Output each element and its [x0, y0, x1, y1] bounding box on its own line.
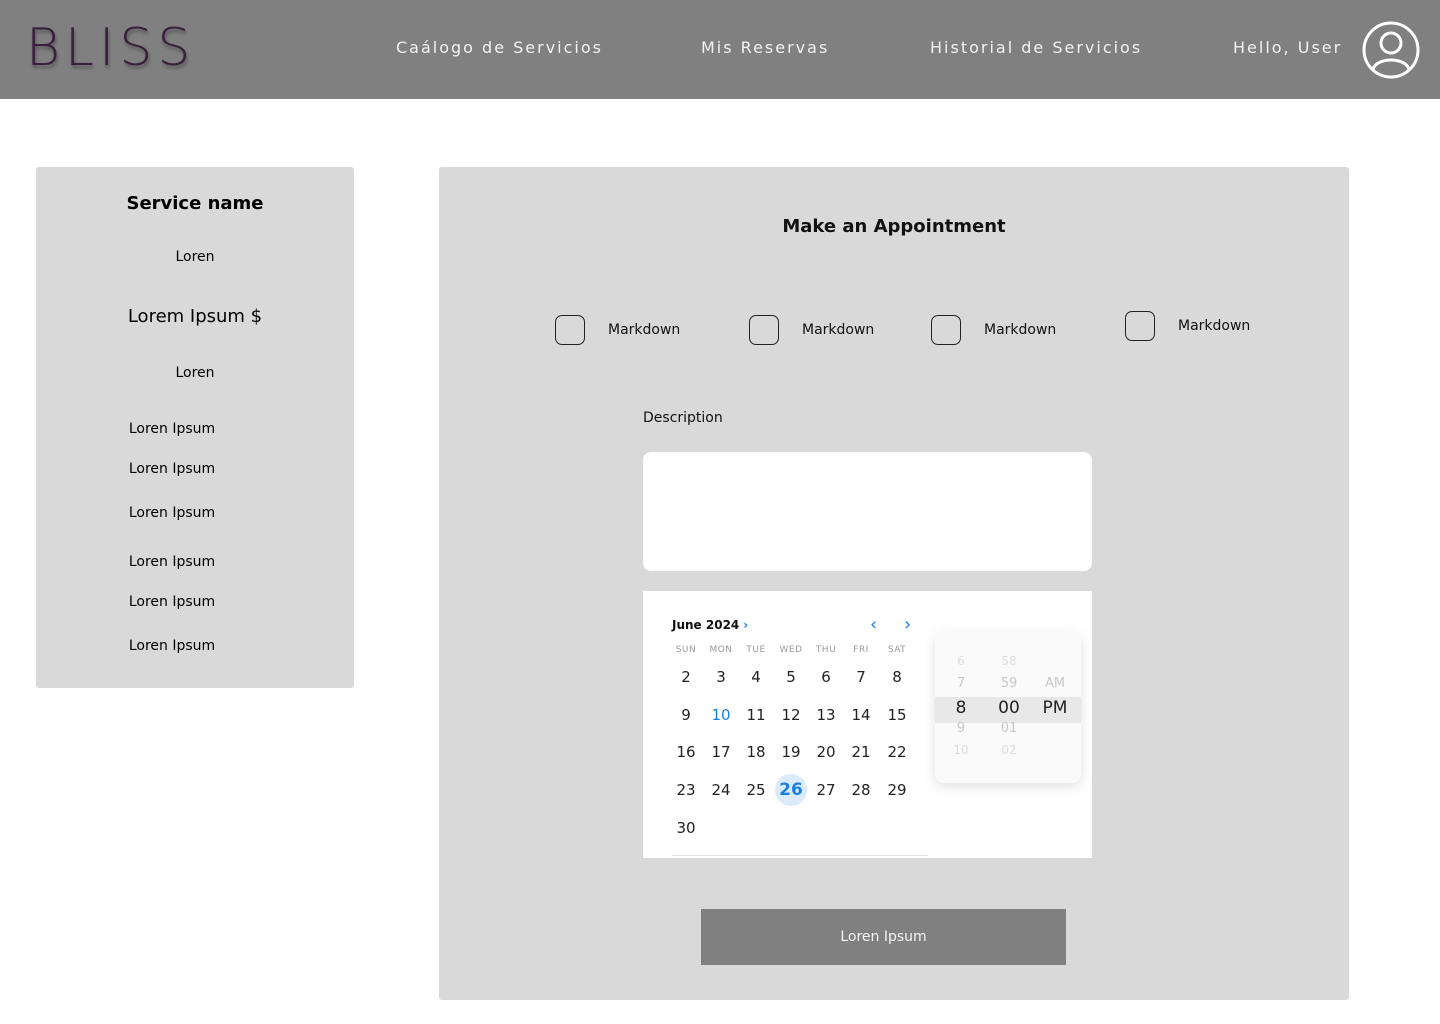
period-option[interactable]: PM: [1035, 698, 1075, 718]
weekday-label: SAT: [887, 645, 907, 655]
option-label: Markdown: [802, 322, 875, 338]
option-checkbox[interactable]: [555, 315, 585, 345]
weekday-label: FRI: [853, 645, 869, 655]
calendar-day[interactable]: 15: [881, 699, 913, 731]
chevron-right-icon: ›: [743, 618, 749, 632]
calendar-day[interactable]: 4: [740, 661, 772, 693]
option-label: Markdown: [984, 322, 1057, 338]
calendar-day[interactable]: 14: [845, 699, 877, 731]
weekday-label: WED: [779, 645, 803, 655]
calendar-day[interactable]: 5: [775, 661, 807, 693]
calendar-day-selected[interactable]: 26: [775, 774, 807, 806]
weekday-label: MON: [709, 645, 733, 655]
calendar-day[interactable]: 25: [740, 774, 772, 806]
calendar-day[interactable]: 17: [705, 736, 737, 768]
nav-link-historial[interactable]: Historial de Servicios: [930, 38, 1142, 57]
calendar-day[interactable]: 27: [810, 774, 842, 806]
period-option[interactable]: AM: [1035, 676, 1075, 691]
divider: [672, 855, 928, 856]
calendar-day[interactable]: 16: [670, 736, 702, 768]
calendar-day[interactable]: 28: [845, 774, 877, 806]
option-checkbox[interactable]: [749, 315, 779, 345]
minute-option[interactable]: 58: [989, 654, 1029, 668]
minute-option[interactable]: 59: [989, 676, 1029, 691]
calendar-day[interactable]: 29: [881, 774, 913, 806]
option-checkbox[interactable]: [931, 315, 961, 345]
calendar-day[interactable]: 23: [670, 774, 702, 806]
service-detail-item: Loren Ipsum: [128, 461, 216, 477]
minute-option[interactable]: 00: [989, 698, 1029, 718]
minute-option[interactable]: 01: [989, 721, 1029, 736]
weekday-label: TUE: [746, 645, 766, 655]
minute-option[interactable]: 02: [989, 743, 1029, 757]
weekday-label: THU: [815, 645, 837, 655]
service-subtitle: Loren: [175, 249, 215, 265]
service-subtitle-2: Loren: [175, 365, 215, 381]
calendar-day[interactable]: 22: [881, 736, 913, 768]
hour-option[interactable]: 7: [941, 676, 981, 691]
calendar-day[interactable]: 30: [670, 812, 702, 844]
bliss-logo[interactable]: BLISS: [26, 18, 195, 78]
calendar-day[interactable]: 24: [705, 774, 737, 806]
next-month-chevron-right-icon[interactable]: ›: [904, 614, 911, 635]
calendar-day[interactable]: 8: [881, 661, 913, 693]
calendar-day[interactable]: 7: [845, 661, 877, 693]
calendar-day[interactable]: 9: [670, 699, 702, 731]
service-detail-item: Loren Ipsum: [128, 594, 216, 610]
option-label: Markdown: [608, 322, 681, 338]
description-label: Description: [643, 410, 723, 426]
nav-link-reservas[interactable]: Mis Reservas: [701, 38, 829, 57]
calendar-day[interactable]: 11: [740, 699, 772, 731]
user-avatar-icon[interactable]: [1362, 21, 1420, 79]
weekday-label: SUN: [675, 645, 697, 655]
hour-option[interactable]: 6: [941, 654, 981, 668]
user-greeting[interactable]: Hello, User: [1233, 38, 1342, 57]
hour-option[interactable]: 9: [941, 721, 981, 736]
service-detail-item: Loren Ipsum: [128, 421, 216, 437]
option-4[interactable]: Markdown: [1125, 311, 1250, 341]
hour-option[interactable]: 8: [941, 698, 981, 718]
calendar-day[interactable]: 18: [740, 736, 772, 768]
month-label: June 2024: [672, 618, 740, 632]
service-price: Lorem Ipsum $: [127, 306, 263, 327]
calendar-day[interactable]: 19: [775, 736, 807, 768]
service-card: Service name Loren Lorem Ipsum $ Loren L…: [36, 167, 354, 688]
service-name: Service name: [126, 193, 264, 214]
date-time-picker: June 2024 › ‹ › SUN MON TUE WED THU FRI SAT 234…: [643, 591, 1092, 858]
service-detail-item: Loren Ipsum: [128, 554, 216, 570]
calendar-day[interactable]: 20: [810, 736, 842, 768]
calendar-day[interactable]: 3: [705, 661, 737, 693]
option-1[interactable]: Markdown: [555, 315, 680, 345]
hour-option[interactable]: 10: [941, 743, 981, 757]
calendar-day[interactable]: 12: [775, 699, 807, 731]
submit-button[interactable]: Loren Ipsum: [701, 909, 1066, 965]
appointment-title: Make an Appointment: [782, 216, 1006, 237]
service-detail-item: Loren Ipsum: [128, 505, 216, 521]
month-selector[interactable]: June 2024 ›: [672, 618, 748, 632]
option-2[interactable]: Markdown: [749, 315, 874, 345]
service-detail-item: Loren Ipsum: [128, 638, 216, 654]
description-input[interactable]: [643, 452, 1092, 571]
appointment-panel: Make an Appointment Markdown Markdown Ma…: [439, 167, 1349, 1000]
calendar-day[interactable]: 13: [810, 699, 842, 731]
nav-link-catalogo[interactable]: Caálogo de Servicios: [396, 38, 603, 57]
top-nav: BLISS Caálogo de Servicios Mis Reservas …: [0, 0, 1440, 99]
calendar-day[interactable]: 21: [845, 736, 877, 768]
calendar-day[interactable]: 10: [705, 699, 737, 731]
option-label: Markdown: [1178, 318, 1251, 334]
option-checkbox[interactable]: [1125, 311, 1155, 341]
prev-month-chevron-left-icon[interactable]: ‹: [870, 614, 877, 635]
calendar-day[interactable]: 2: [670, 661, 702, 693]
option-3[interactable]: Markdown: [931, 315, 1056, 345]
calendar-day[interactable]: 6: [810, 661, 842, 693]
time-wheel[interactable]: 6 7 8 9 10 58 59 00 01 02 AM PM: [935, 631, 1081, 783]
